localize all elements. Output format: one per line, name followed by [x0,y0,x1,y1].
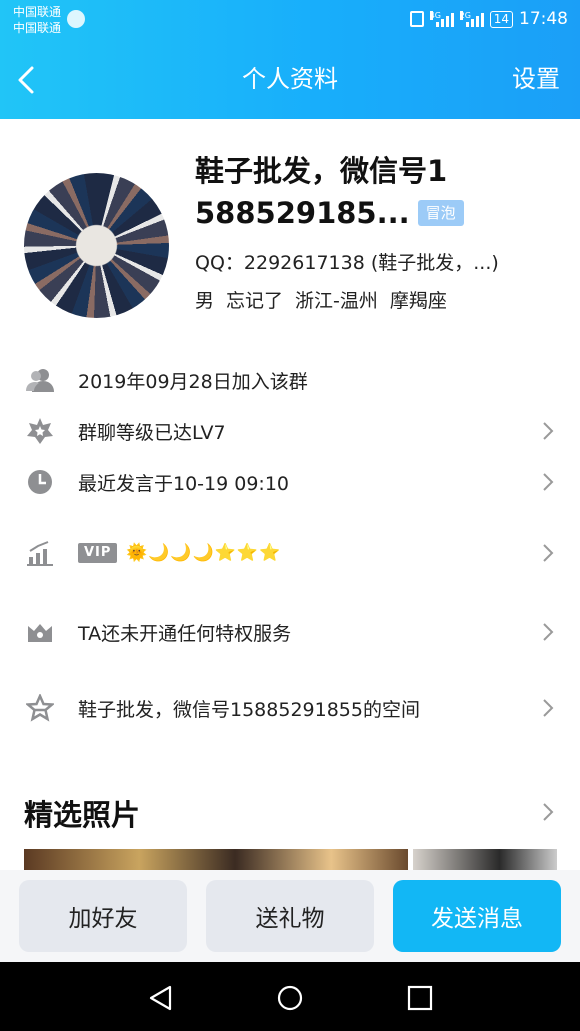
last-message-text: 最近发言于10-19 09:10 [78,472,290,495]
nickname-line-2: 588529185... [195,196,410,230]
carrier-2: 中国联通 [13,21,62,35]
level-star-icon [27,418,53,444]
row-joined: 2019年09月28日加入该群 [0,357,580,403]
send-message-button[interactable]: 发送消息 [393,880,561,952]
battery-icon: 14 [489,10,513,28]
signal-icon-2: 2G [459,11,484,27]
crown-icon [28,624,52,642]
page-title: 个人资料 [242,65,338,93]
row-last-message[interactable]: 最近发言于10-19 09:10 [0,459,580,505]
row-group-level[interactable]: 群聊等级已达LV7 [0,408,580,454]
row-space[interactable]: 鞋子批发，微信号15885291855的空间 [0,685,580,731]
chevron-right-icon [543,544,554,562]
settings-button[interactable]: 设置 [512,62,560,96]
nav-recents-icon[interactable] [406,984,434,1012]
status-right: 4G 2G 14 17:48 [409,8,568,30]
age: 忘记了 [226,290,284,312]
basic-info: 男 忘记了 浙江-温州 摩羯座 [195,286,447,313]
send-gift-button[interactable]: 送礼物 [206,880,374,952]
add-friend-button[interactable]: 加好友 [19,880,187,952]
carrier-1: 中国联通 [13,5,62,19]
nav-home-icon[interactable] [276,984,304,1012]
signal-1-tag: 4G [429,11,442,20]
photos-chevron-icon[interactable] [542,802,554,822]
header-bar: 中国联通 中国联通 4G 2G 14 17:48 个人资料 设置 [0,0,580,119]
zodiac: 摩羯座 [389,290,447,312]
vip-level-icons: 🌞🌙🌙🌙⭐⭐⭐ [126,543,282,563]
row-privilege[interactable]: TA还未开通任何特权服务 [0,609,580,655]
group-level-text: 群聊等级已达LV7 [78,421,226,444]
joined-date: 2019年09月28日加入该群 [78,370,308,393]
signal-2-tag: 2G [459,11,472,20]
clock-icon [28,470,52,494]
chevron-right-icon [543,699,554,717]
vibrate-icon [409,11,424,27]
chevron-right-icon [543,473,554,491]
qzone-star-icon [26,694,54,722]
profile-nickname: 鞋子批发，微信号1 588529185... 冒泡 [195,150,555,234]
hd-voice-icon [67,10,85,28]
nav-back-icon[interactable] [146,984,174,1012]
privilege-text: TA还未开通任何特权服务 [78,622,292,645]
signal-icon-1: 4G [429,11,454,27]
vip-badge: VIP [78,543,118,563]
carrier-labels: 中国联通 中国联通 [13,4,61,36]
members-icon [26,369,54,392]
qq-number: QQ：2292617138 (鞋子批发，...) [195,252,499,274]
row-vip[interactable]: VIP 🌞🌙🌙🌙⭐⭐⭐ [0,530,580,576]
chevron-right-icon [543,422,554,440]
chevron-right-icon [543,623,554,641]
status-bar: 中国联通 中国联通 4G 2G 14 17:48 [0,0,580,40]
growth-chart-icon [27,541,53,566]
location: 浙江-温州 [295,290,378,312]
bubble-badge[interactable]: 冒泡 [417,200,464,226]
nickname-line-1: 鞋子批发，微信号1 [195,154,448,188]
clock: 17:48 [519,9,568,29]
avatar[interactable] [24,173,169,318]
system-nav-bar [0,962,580,1031]
section-title-photos: 精选照片 [24,798,141,832]
space-text: 鞋子批发，微信号15885291855的空间 [78,698,420,721]
gender: 男 [195,290,215,312]
nickname-line-2-wrap: 588529185... 冒泡 [195,192,555,234]
action-bar: 加好友 送礼物 发送消息 [0,870,580,962]
